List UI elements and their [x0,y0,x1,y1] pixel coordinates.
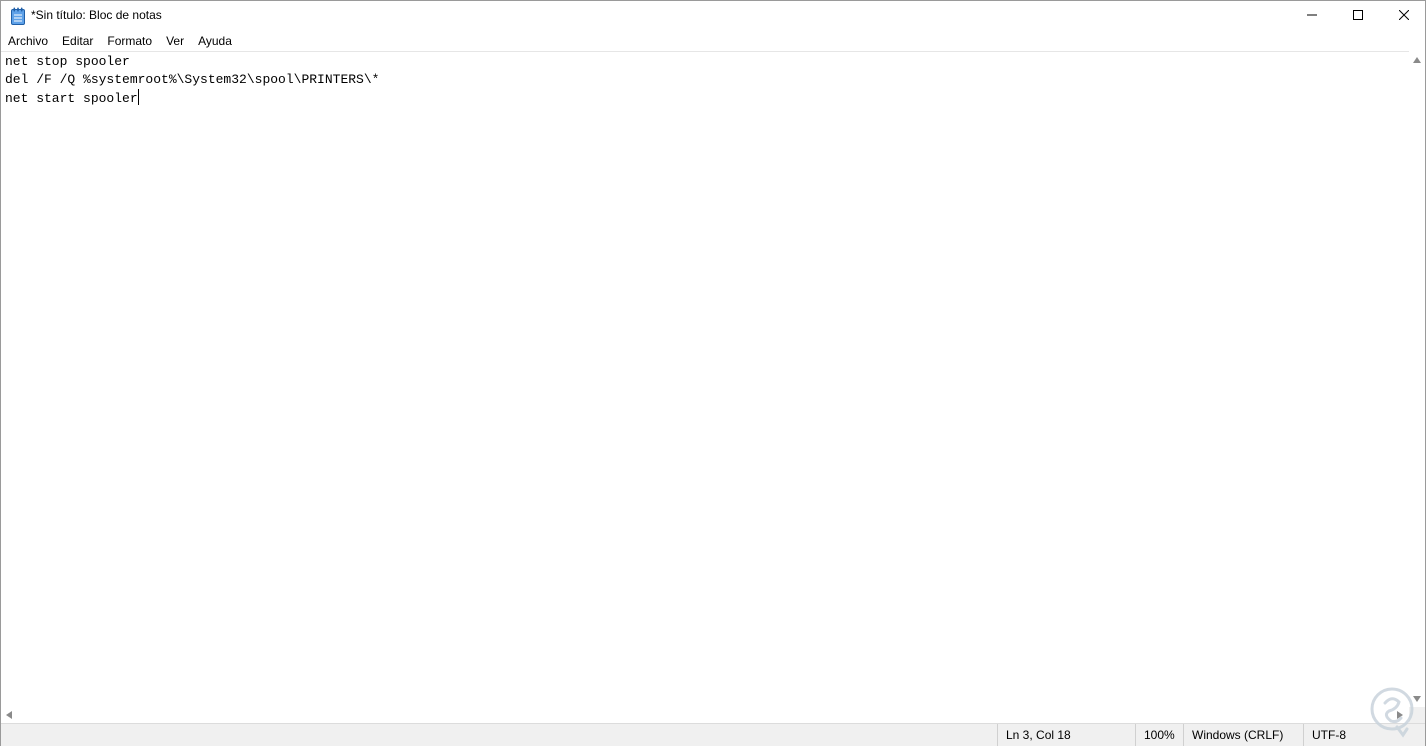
menu-archivo[interactable]: Archivo [1,31,55,51]
minimize-icon [1307,7,1317,25]
status-bar: Ln 3, Col 18 100% Windows (CRLF) UTF-8 [1,723,1425,746]
editor-line-3-text: net start spooler [5,91,138,106]
menu-ver[interactable]: Ver [159,31,191,51]
text-caret [137,89,139,105]
menu-ayuda[interactable]: Ayuda [191,31,239,51]
maximize-icon [1353,7,1363,25]
line-ending: Windows (CRLF) [1183,724,1303,746]
cursor-position: Ln 3, Col 18 [997,724,1135,746]
editor-line-2: del /F /Q %systemroot%\System32\spool\PR… [5,72,380,87]
maximize-button[interactable] [1335,1,1381,31]
text-editor[interactable]: net stop spooler del /F /Q %systemroot%\… [1,51,1409,708]
minimize-button[interactable] [1289,1,1335,31]
editor-line-1: net stop spooler [5,54,130,69]
menu-formato[interactable]: Formato [100,31,159,51]
notepad-window: *Sin título: Bloc de notas Archivo Edita… [0,0,1426,746]
notepad-icon [10,7,26,25]
vertical-scrollbar[interactable] [1409,51,1425,707]
window-title: *Sin título: Bloc de notas [31,8,162,22]
zoom-level: 100% [1135,724,1183,746]
scroll-up-arrow-icon[interactable] [1413,57,1421,63]
close-icon [1398,7,1410,25]
menu-editar[interactable]: Editar [55,31,100,51]
horizontal-scrollbar[interactable] [1,707,1409,723]
title-bar[interactable]: *Sin título: Bloc de notas [1,1,1425,31]
watermark-logo-icon [1367,685,1417,739]
menu-bar: Archivo Editar Formato Ver Ayuda [1,31,1425,51]
close-button[interactable] [1381,1,1426,31]
editor-line-3: net start spooler [1,89,1409,107]
scroll-left-arrow-icon[interactable] [6,711,12,719]
